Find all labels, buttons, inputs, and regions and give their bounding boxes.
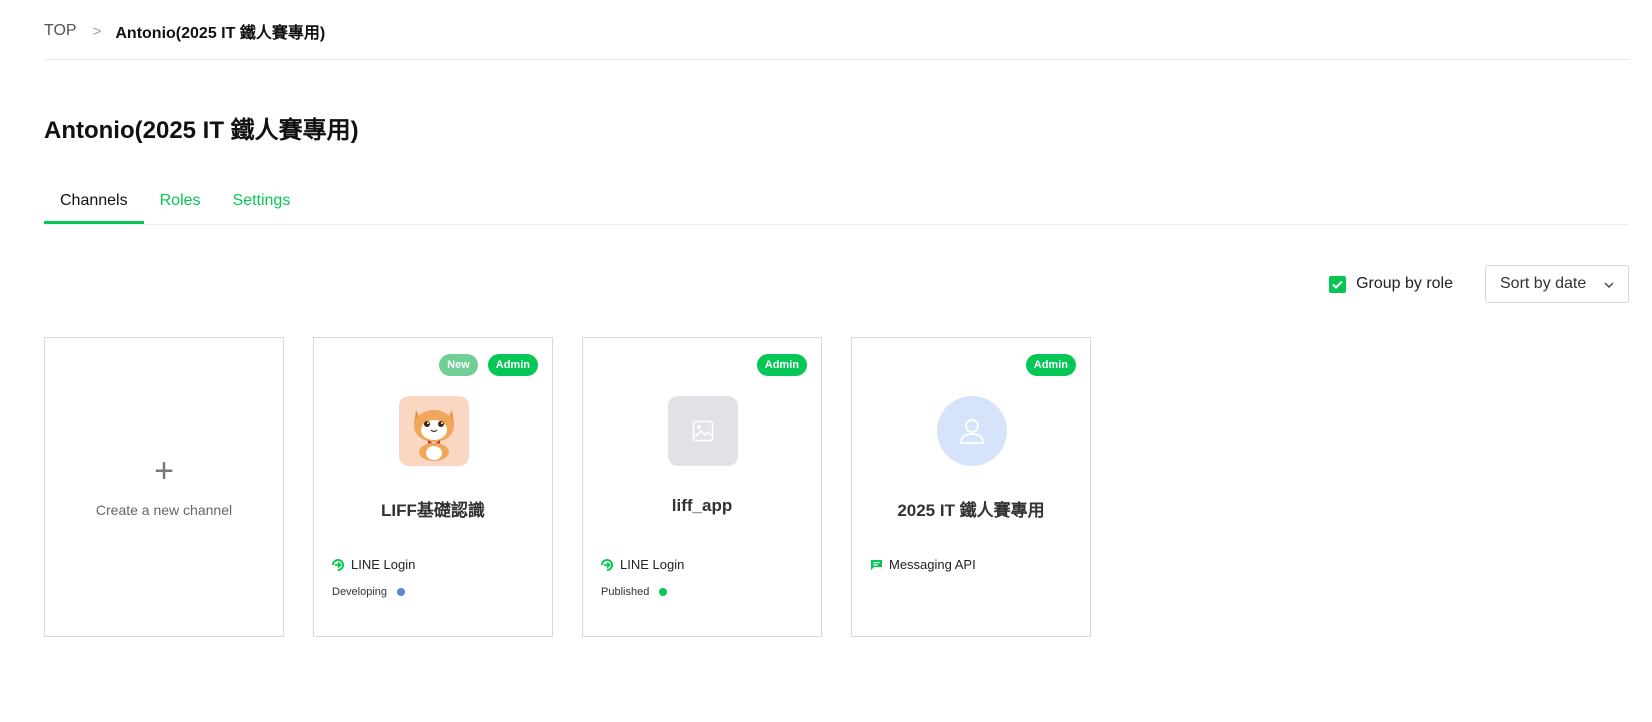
channel-card[interactable]: New Admin LIFF基礎認識 LINE Login Developing <box>313 337 553 637</box>
channel-status-label: Published <box>601 586 650 598</box>
cat-avatar-icon <box>399 396 469 466</box>
tab-bar: Channels Roles Settings <box>44 182 1629 225</box>
channel-type-label: LINE Login <box>351 557 416 572</box>
badge-group: Admin <box>756 354 807 376</box>
image-placeholder-icon <box>668 396 738 466</box>
channel-status: Published <box>601 586 668 598</box>
header-divider <box>44 59 1629 60</box>
user-placeholder-icon <box>937 396 1007 466</box>
create-channel-label: Create a new channel <box>95 502 233 518</box>
tab-roles[interactable]: Roles <box>144 182 217 224</box>
admin-badge: Admin <box>487 354 538 376</box>
channel-status: Developing <box>332 586 406 598</box>
breadcrumb: TOP > Antonio(2025 IT 鐵人賽專用) <box>44 19 325 43</box>
channel-type: Messaging API <box>870 557 976 572</box>
sort-selected-value: Sort by date <box>1500 275 1587 292</box>
channel-type-label: LINE Login <box>620 557 685 572</box>
channel-name: liff_app <box>671 496 733 515</box>
page-title: Antonio(2025 IT 鐵人賽專用) <box>44 117 359 144</box>
group-by-role-label: Group by role <box>1356 275 1453 292</box>
breadcrumb-chevron-icon: > <box>92 22 102 40</box>
new-badge: New <box>439 354 478 376</box>
channel-card[interactable]: Admin 2025 IT 鐵人賽專用 Messaging API <box>851 337 1091 637</box>
status-dot-published <box>659 588 668 596</box>
channel-status-label: Developing <box>332 586 388 598</box>
channel-type-label: Messaging API <box>889 557 976 572</box>
admin-badge: Admin <box>756 354 807 376</box>
create-channel-card[interactable]: + Create a new channel <box>44 337 284 637</box>
badge-group: Admin <box>1025 354 1076 376</box>
line-login-icon <box>332 558 345 571</box>
tab-channels[interactable]: Channels <box>44 182 144 224</box>
channel-toolbar: Group by role Sort by date <box>1329 265 1629 303</box>
channel-name: 2025 IT 鐵人賽專用 <box>897 501 1045 520</box>
message-icon <box>870 559 883 571</box>
channel-type: LINE Login <box>332 557 415 572</box>
plus-icon: + <box>154 452 174 490</box>
checkbox-checked-icon[interactable] <box>1329 275 1347 293</box>
badge-group: New Admin <box>439 354 538 376</box>
group-by-role-checkbox[interactable]: Group by role <box>1329 275 1453 293</box>
status-dot-developing <box>397 588 406 596</box>
tab-settings[interactable]: Settings <box>217 182 307 224</box>
line-login-icon <box>601 558 614 571</box>
channel-type: LINE Login <box>601 557 684 572</box>
channel-name: LIFF基礎認識 <box>381 501 485 520</box>
channel-card[interactable]: Admin liff_app LINE Login Published <box>582 337 822 637</box>
breadcrumb-top-link[interactable]: TOP <box>44 22 77 40</box>
sort-select[interactable]: Sort by date <box>1485 265 1629 303</box>
chevron-down-icon <box>1604 275 1614 293</box>
admin-badge: Admin <box>1025 354 1076 376</box>
channel-card-list: + Create a new channel New Admin LIFF基礎認… <box>44 337 1091 637</box>
breadcrumb-current: Antonio(2025 IT 鐵人賽專用) <box>115 25 326 42</box>
